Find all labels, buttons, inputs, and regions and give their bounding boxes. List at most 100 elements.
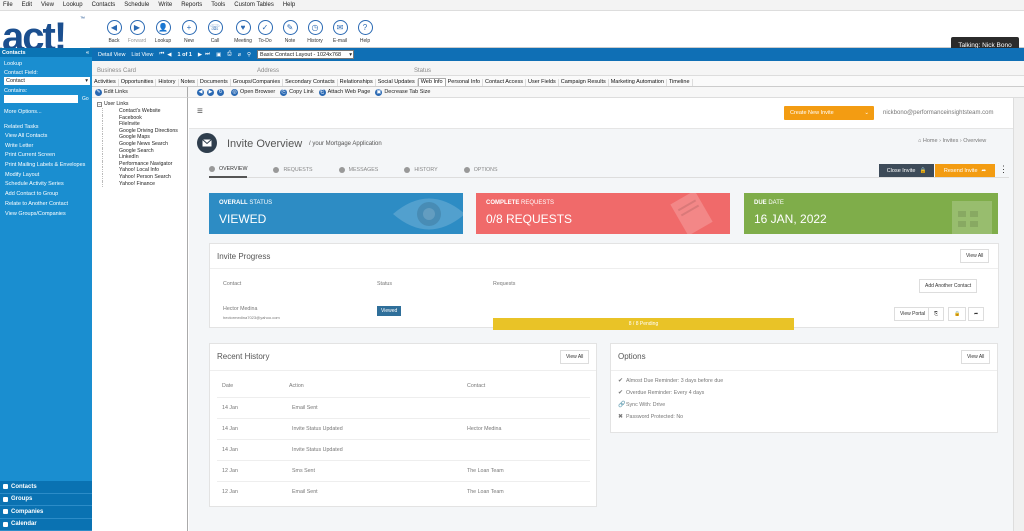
tree-link-google-driving-directions[interactable]: Google Driving Directions <box>102 127 187 135</box>
menu-file[interactable]: File <box>3 2 13 8</box>
tree-root[interactable]: − User Links <box>97 101 187 107</box>
nav-companies[interactable]: Companies <box>0 506 92 519</box>
menu-view[interactable]: View <box>41 2 54 8</box>
collapse-node-icon[interactable]: − <box>97 101 102 107</box>
save-icon[interactable]: ▣ <box>216 52 221 58</box>
task-modify-layout[interactable]: Modify Layout <box>0 171 92 181</box>
close-invite-button[interactable]: Close Invite 🔒 <box>879 164 934 177</box>
tab-contact-access[interactable]: Contact Access <box>483 79 526 86</box>
menu-edit[interactable]: Edit <box>22 2 32 8</box>
invite-tab-history[interactable]: HISTORY <box>404 162 438 178</box>
share-icon[interactable]: ➦ <box>968 307 985 321</box>
prev-record-icon[interactable]: ◀ <box>167 52 171 58</box>
tab-opportunities[interactable]: Opportunities <box>119 79 157 86</box>
resend-invite-button[interactable]: Resend Invite ➦ <box>935 164 995 177</box>
contains-input[interactable] <box>4 95 78 103</box>
edit-links-button[interactable]: ✎ Edit Links <box>92 87 188 98</box>
tree-link-contact-s-website[interactable]: Contact's Website <box>102 108 187 115</box>
task-view-groups-companies[interactable]: View Groups/Companies <box>0 210 92 220</box>
go-button[interactable]: Go <box>82 96 89 102</box>
menu-reports[interactable]: Reports <box>181 2 202 8</box>
layout-select[interactable]: Basic Contact Layout - 1024x768 ▾ <box>257 50 355 59</box>
invite-tab-options[interactable]: OPTIONS <box>463 162 498 178</box>
tab-web-info[interactable]: Web Info <box>417 78 446 86</box>
progress-view-all-button[interactable]: View All <box>960 249 990 263</box>
tree-link-google-search[interactable]: Google Search <box>102 147 187 155</box>
tab-activities[interactable]: Activities <box>92 79 119 86</box>
collapse-icon[interactable]: « <box>86 50 89 56</box>
tab-relationships[interactable]: Relationships <box>338 79 376 86</box>
tab-timeline[interactable]: Timeline <box>667 79 693 86</box>
history-view-all-button[interactable]: View All <box>560 350 590 364</box>
menu-lookup[interactable]: Lookup <box>63 2 83 8</box>
more-menu-icon[interactable]: ⋮ <box>999 164 1008 175</box>
open-browser-button[interactable]: ◎ Open Browser <box>231 88 275 96</box>
task-add-contact-to-group[interactable]: Add Contact to Group <box>0 190 92 200</box>
vertical-scrollbar[interactable] <box>1013 98 1024 531</box>
nav-calendar[interactable]: Calendar <box>0 519 92 531</box>
tree-link-linkedin[interactable]: LinkedIn <box>102 154 187 161</box>
task-schedule-activity-series[interactable]: Schedule Activity Series <box>0 180 92 190</box>
invite-tab-requests[interactable]: REQUESTS <box>273 162 313 178</box>
map-pin-icon[interactable]: ⚲ <box>247 52 251 58</box>
menu-tools[interactable]: Tools <box>211 2 225 8</box>
first-record-icon[interactable]: ⏮ <box>159 51 164 58</box>
attach-web-page-button[interactable]: ⎗ Attach Web Page <box>318 88 370 96</box>
attach-icon[interactable]: ⌀ <box>238 52 241 58</box>
tree-link-facebook[interactable]: Facebook <box>102 114 187 122</box>
tab-campaign-results[interactable]: Campaign Results <box>559 79 609 86</box>
tree-link-performance-navigator[interactable]: Performance Navigator <box>102 160 187 168</box>
hamburger-icon[interactable]: ≡ <box>197 106 203 117</box>
tab-documents[interactable]: Documents <box>198 79 231 86</box>
tree-link-google-news-search[interactable]: Google News Search <box>102 140 187 148</box>
menu-write[interactable]: Write <box>158 2 172 8</box>
view-portal-button[interactable]: View Portal <box>894 307 932 321</box>
decrease-tab-size-button[interactable]: ▣ Decrease Tab Size <box>375 88 430 96</box>
add-another-contact-button[interactable]: Add Another Contact <box>919 279 978 293</box>
list-view-button[interactable]: List View <box>131 52 153 58</box>
tab-history[interactable]: History <box>156 79 179 86</box>
more-options-link[interactable]: More Options... <box>0 109 92 115</box>
tree-link-google-maps[interactable]: Google Maps <box>102 134 187 141</box>
nav-contacts[interactable]: Contacts <box>0 481 92 494</box>
copy-link-button[interactable]: ⎘ Copy Link <box>280 88 314 96</box>
tab-secondary-contacts[interactable]: Secondary Contacts <box>283 79 338 86</box>
tree-link-yahoo-finance[interactable]: Yahoo! Finance <box>102 180 187 188</box>
task-write-letter[interactable]: Write Letter <box>0 142 92 152</box>
lock-icon[interactable]: 🔒 <box>948 307 967 321</box>
tab-notes[interactable]: Notes <box>179 79 198 86</box>
invite-tab-overview[interactable]: OVERVIEW <box>209 162 248 178</box>
print-icon[interactable]: ⎙ <box>227 51 231 58</box>
invite-tab-messages[interactable]: MESSAGES <box>338 162 378 178</box>
contact-name[interactable]: Hector Medina <box>223 306 257 312</box>
tab-marketing-automation[interactable]: Marketing Automation <box>609 79 667 86</box>
next-record-icon[interactable]: ▶ <box>198 52 202 58</box>
task-relate-to-another-contact[interactable]: Relate to Another Contact <box>0 200 92 210</box>
menu-schedule[interactable]: Schedule <box>124 2 149 8</box>
back-nav-icon[interactable]: ◀ <box>197 88 206 96</box>
detail-view-button[interactable]: Detail View <box>98 52 125 58</box>
task-print-mailing-labels-envelopes[interactable]: Print Mailing Labels & Envelopes <box>0 161 92 171</box>
options-view-all-button[interactable]: View All <box>961 350 991 364</box>
menu-custom-tables[interactable]: Custom Tables <box>234 2 274 8</box>
refresh-icon[interactable]: ↻ <box>217 88 226 96</box>
task-view-all-contacts[interactable]: View All Contacts <box>0 132 92 142</box>
contact-field-select[interactable]: Contact ▾ <box>4 77 90 85</box>
tree-link-yahoo-local-info[interactable]: Yahoo! Local Info <box>102 167 187 174</box>
breadcrumb-invites[interactable]: Invites <box>942 138 958 144</box>
create-new-invite-button[interactable]: Create New Invite ⌄ <box>784 106 874 120</box>
copy-icon[interactable]: ⎘ <box>928 307 945 321</box>
task-print-current-screen[interactable]: Print Current Screen <box>0 151 92 161</box>
menu-help[interactable]: Help <box>283 2 295 8</box>
tree-link-fileinvite[interactable]: FileInvite <box>102 121 187 128</box>
tree-link-yahoo-person-search[interactable]: Yahoo! Person Search <box>102 173 187 181</box>
forward-nav-icon[interactable]: ▶ <box>207 88 216 96</box>
last-record-icon[interactable]: ⏭ <box>205 51 210 58</box>
tab-personal-info[interactable]: Personal Info <box>446 79 484 86</box>
tab-groups-companies[interactable]: Groups/Companies <box>231 79 284 86</box>
breadcrumb-home[interactable]: Home <box>923 138 938 144</box>
menu-contacts[interactable]: Contacts <box>92 2 116 8</box>
tab-user-fields[interactable]: User Fields <box>526 79 559 86</box>
nav-groups[interactable]: Groups <box>0 494 92 506</box>
tab-social-updates[interactable]: Social Updates <box>376 79 418 86</box>
